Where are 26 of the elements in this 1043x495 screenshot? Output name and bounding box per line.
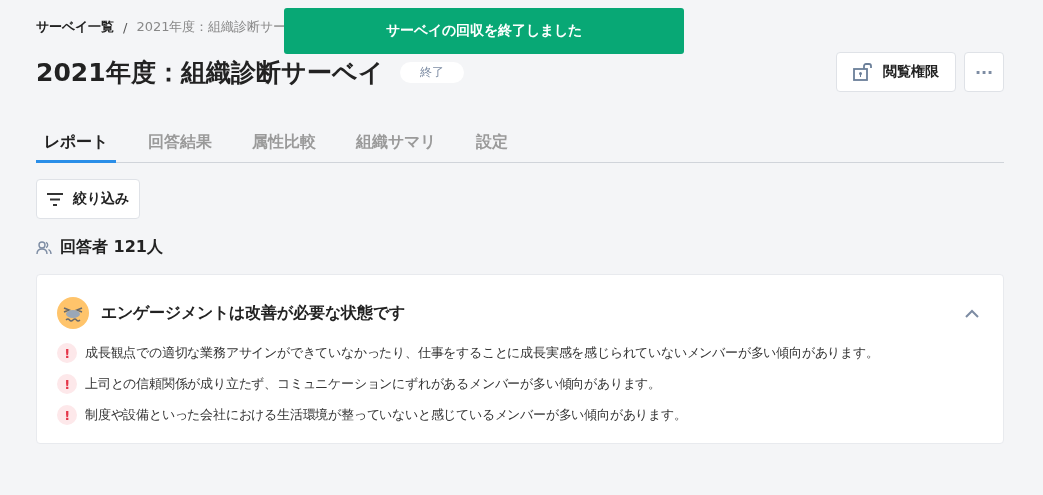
page-title: 2021年度：組織診断サーベイ bbox=[36, 56, 384, 89]
alert-icon: ! bbox=[57, 343, 77, 363]
tab[interactable]: レポート bbox=[36, 132, 116, 163]
tab[interactable]: 属性比較 bbox=[244, 132, 324, 163]
card-title: エンゲージメントは改善が必要な状態です bbox=[101, 302, 406, 324]
insight-text: 制度や設備といった会社における生活環境が整っていないと感じているメンバーが多い傾向があります。 bbox=[85, 406, 687, 424]
grimacing-face-icon bbox=[57, 297, 89, 329]
chevron-icon bbox=[965, 308, 979, 318]
tab[interactable]: 組織サマリ bbox=[348, 132, 444, 163]
more-button[interactable]: ··· bbox=[964, 52, 1004, 92]
insight-text: 成長観点での適切な業務アサインができていなかったり、仕事をすることに成長実感を感じられていないメンバーが多い傾向があります。 bbox=[85, 344, 879, 362]
tab[interactable]: 回答結果 bbox=[140, 132, 220, 163]
people-icon bbox=[36, 240, 52, 255]
filter-icon bbox=[47, 192, 63, 206]
alert-icon: ! bbox=[57, 405, 77, 425]
status-badge: 終了 bbox=[399, 61, 464, 83]
alert-icon: ! bbox=[57, 374, 77, 394]
filter-button[interactable]: 絞り込み bbox=[36, 179, 140, 219]
breadcrumb-separator: / bbox=[123, 19, 128, 35]
respondent-count: 回答者 121人 bbox=[60, 237, 163, 258]
tab[interactable]: 設定 bbox=[468, 132, 516, 163]
insight-text: 上司との信頼関係が成り立たず、コミュニケーションにずれがあるメンバーが多い傾向があります。 bbox=[85, 375, 661, 393]
toast-notification: サーベイの回収を終了しました bbox=[284, 8, 684, 54]
padlock-icon bbox=[853, 63, 873, 81]
permissions-button[interactable]: 閲覧権限 bbox=[836, 52, 956, 92]
breadcrumb-link[interactable]: サーベイ一覧 bbox=[36, 18, 114, 36]
